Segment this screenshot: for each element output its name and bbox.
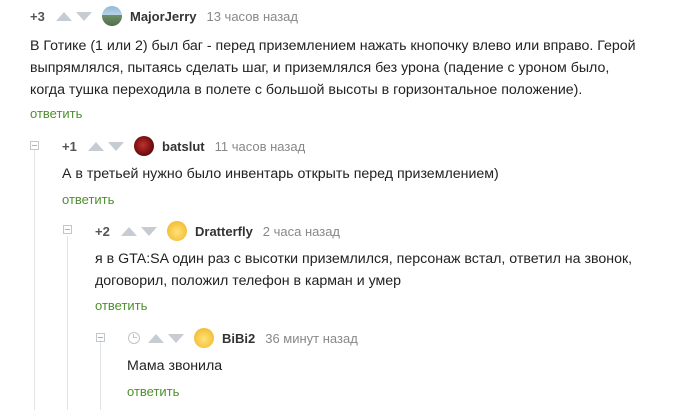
collapse-thread-button[interactable] [96, 333, 105, 342]
timestamp[interactable]: 36 минут назад [265, 331, 358, 346]
avatar-yellow-face-icon[interactable] [194, 328, 214, 348]
downvote-icon[interactable] [108, 141, 124, 151]
comment-body: А в третьей нужно было инвентарь открыть… [62, 163, 682, 185]
comment-line: А в третьей нужно было инвентарь открыть… [62, 166, 499, 182]
downvote-icon[interactable] [76, 11, 92, 21]
comment-line: я в GTA:SA один раз с высотки приземлилс… [95, 251, 633, 267]
username[interactable]: Dratterfly [195, 224, 253, 239]
reply-link[interactable]: ответить [30, 106, 82, 121]
timestamp[interactable]: 13 часов назад [206, 9, 298, 24]
comment-line: выпрямлялся, пытаясь сделать шаг, и приз… [30, 60, 610, 76]
thread-line-level-3 [100, 340, 101, 410]
comment-line: Мама звонила [127, 358, 223, 374]
reply-link[interactable]: ответить [95, 298, 147, 313]
upvote-icon[interactable] [121, 226, 137, 236]
rating-value: +1 [62, 138, 77, 154]
avatar-yellow-face-icon[interactable] [167, 221, 187, 241]
upvote-icon[interactable] [88, 141, 104, 151]
reply-link[interactable]: ответить [127, 384, 179, 399]
timestamp[interactable]: 2 часа назад [263, 224, 340, 239]
thread-line-level-2 [67, 236, 68, 410]
upvote-icon[interactable] [148, 333, 164, 343]
avatar-red-blob-icon[interactable] [134, 136, 154, 156]
comment-body: В Готике (1 или 2) был баг - перед призе… [30, 35, 690, 101]
rating-value: +2 [95, 223, 110, 239]
comment-line: договорил, положил телефон в карман и ум… [95, 273, 402, 289]
comment-line: когда тушка переходила в полете с большо… [30, 82, 583, 98]
upvote-icon[interactable] [56, 11, 72, 21]
username[interactable]: BiBi2 [222, 331, 255, 346]
downvote-icon[interactable] [141, 226, 157, 236]
comment-body: Мама звонила [127, 355, 687, 377]
collapse-thread-button[interactable] [30, 141, 39, 150]
reply-link[interactable]: ответить [62, 192, 114, 207]
clock-icon [128, 332, 140, 344]
timestamp[interactable]: 11 часов назад [215, 139, 306, 154]
username[interactable]: batslut [162, 139, 205, 154]
username[interactable]: MajorJerry [130, 9, 196, 24]
avatar-landscape-icon[interactable] [102, 6, 122, 26]
downvote-icon[interactable] [168, 333, 184, 343]
rating-value: +3 [30, 8, 45, 24]
thread-line-level-1 [34, 150, 35, 410]
comment-body: я в GTA:SA один раз с высотки приземлилс… [95, 248, 695, 292]
collapse-thread-button[interactable] [63, 225, 72, 234]
comment-line: В Готике (1 или 2) был баг - перед призе… [30, 38, 636, 54]
